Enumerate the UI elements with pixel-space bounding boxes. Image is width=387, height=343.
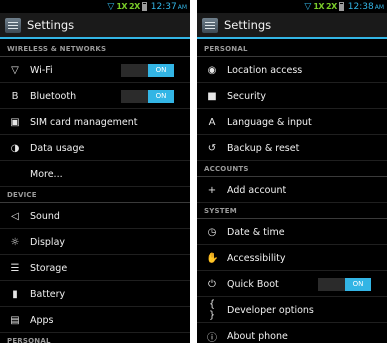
settings-item-label: Location access [227, 64, 303, 76]
settings-item-more[interactable]: More... [0, 161, 190, 187]
data-usage-icon: ◑ [10, 142, 20, 154]
settings-item-apps[interactable]: ▤ Apps [0, 307, 190, 333]
wifi-status-icon: ▽ [107, 1, 115, 12]
signal-sim2-icon: 2X [326, 2, 337, 11]
settings-item-sim-card-management[interactable]: ▣ SIM card management [0, 109, 190, 135]
clock: 12:37AM [150, 1, 187, 12]
page-title: Settings [27, 18, 75, 32]
settings-item-backup-reset[interactable]: ↺ Backup & reset [197, 135, 387, 161]
settings-item-battery[interactable]: ▮ Battery [0, 281, 190, 307]
settings-item-location-access[interactable]: ◉ Location access [197, 57, 387, 83]
wi-fi-toggle[interactable]: ON [121, 64, 174, 77]
signal-sim1-icon: 1X [116, 2, 128, 11]
settings-item-date-time[interactable]: ◷ Date & time [197, 219, 387, 245]
section-header-personal: PERSONAL [197, 41, 387, 57]
section-header-wireless-networks: WIRELESS & NETWORKS [0, 41, 190, 57]
section-header-personal: PERSONAL [0, 333, 190, 343]
settings-screen-left: ▽ 1X 2X 12:37AM Settings WIRELESS & NETW… [0, 0, 190, 343]
lock-icon: ■ [207, 90, 217, 102]
settings-item-data-usage[interactable]: ◑ Data usage [0, 135, 190, 161]
speaker-icon: ◁ [11, 210, 19, 222]
battery-status-icon [338, 2, 344, 11]
settings-item-label: Developer options [227, 304, 314, 316]
settings-item-language-input[interactable]: A Language & input [197, 109, 387, 135]
toggle-state-label: ON [345, 278, 371, 291]
apps-icon: ▤ [10, 314, 20, 326]
signal-sim2-icon: 2X [129, 2, 140, 11]
settings-list[interactable]: PERSONAL ◉ Location access ■ Security A Langua… [197, 41, 387, 343]
settings-item-display[interactable]: ☼ Display [0, 229, 190, 255]
settings-item-label: About phone [227, 330, 288, 342]
settings-item-label: Security [227, 90, 267, 102]
action-bar: Settings [0, 13, 190, 39]
settings-item-quick-boot[interactable]: ⏻ Quick Boot ON [197, 271, 387, 297]
wifi-status-icon: ▽ [304, 1, 312, 12]
settings-item-label: Wi-Fi [30, 64, 53, 76]
divider [197, 160, 387, 161]
toggle-state-label: ON [148, 64, 174, 77]
divider [197, 202, 387, 203]
settings-item-label: SIM card management [30, 116, 138, 128]
settings-item-label: Add account [227, 184, 287, 196]
settings-item-label: Bluetooth [30, 90, 77, 102]
settings-item-about-phone[interactable]: ⓘ About phone [197, 323, 387, 343]
bluetooth-toggle[interactable]: ON [121, 90, 174, 103]
power-icon: ⏻ [208, 278, 216, 290]
settings-app-icon[interactable] [5, 17, 21, 33]
settings-item-bluetooth[interactable]: B Bluetooth ON [0, 83, 190, 109]
status-bar: ▽ 1X 2X 12:38AM [197, 0, 387, 13]
hand-icon: ✋ [206, 252, 219, 264]
settings-item-wi-fi[interactable]: ▽ Wi-Fi ON [0, 57, 190, 83]
action-bar: Settings [197, 13, 387, 39]
clock: 12:38AM [347, 1, 384, 12]
page-title: Settings [224, 18, 272, 32]
settings-item-label: Data usage [30, 142, 85, 154]
display-icon: ☼ [10, 236, 20, 248]
section-header-system: SYSTEM [197, 203, 387, 219]
settings-item-sound[interactable]: ◁ Sound [0, 203, 190, 229]
settings-item-label: Language & input [227, 116, 312, 128]
divider [0, 186, 190, 187]
status-bar: ▽ 1X 2X 12:37AM [0, 0, 190, 13]
settings-item-label: Sound [30, 210, 60, 222]
settings-item-accessibility[interactable]: ✋ Accessibility [197, 245, 387, 271]
section-header-device: DEVICE [0, 187, 190, 203]
toggle-state-label: ON [148, 90, 174, 103]
settings-item-label: More... [30, 168, 63, 180]
battery-icon: ▮ [12, 288, 18, 300]
wifi-icon: ▽ [11, 64, 19, 76]
settings-app-icon[interactable] [202, 17, 218, 33]
settings-item-label: Battery [30, 288, 66, 300]
settings-item-label: Apps [30, 314, 54, 326]
settings-item-developer-options[interactable]: { } Developer options [197, 297, 387, 323]
plus-icon: + [207, 184, 217, 196]
settings-item-label: Accessibility [227, 252, 286, 264]
braces-icon: { } [208, 299, 216, 321]
settings-item-label: Storage [30, 262, 68, 274]
divider [0, 332, 190, 333]
quick-boot-toggle[interactable]: ON [318, 278, 371, 291]
battery-status-icon [141, 2, 147, 11]
settings-item-storage[interactable]: ☰ Storage [0, 255, 190, 281]
settings-item-security[interactable]: ■ Security [197, 83, 387, 109]
backup-icon: ↺ [207, 142, 217, 154]
settings-item-label: Date & time [227, 226, 285, 238]
bluetooth-icon: B [11, 90, 19, 102]
storage-icon: ☰ [10, 262, 20, 274]
language-icon: A [208, 116, 216, 128]
settings-list[interactable]: WIRELESS & NETWORKS ▽ Wi-Fi ON B Bluetooth ON ▣… [0, 41, 190, 343]
settings-item-label: Display [30, 236, 66, 248]
settings-item-add-account[interactable]: + Add account [197, 177, 387, 203]
settings-screen-right: ▽ 1X 2X 12:38AM Settings PERSONAL ◉ Locati… [197, 0, 387, 343]
sim-card-icon: ▣ [10, 116, 20, 128]
settings-item-label: Backup & reset [227, 142, 300, 154]
location-icon: ◉ [207, 64, 217, 76]
signal-sim1-icon: 1X [313, 2, 325, 11]
section-header-accounts: ACCOUNTS [197, 161, 387, 177]
info-icon: ⓘ [207, 332, 217, 343]
settings-item-label: Quick Boot [227, 278, 279, 290]
clock-icon: ◷ [207, 226, 217, 238]
